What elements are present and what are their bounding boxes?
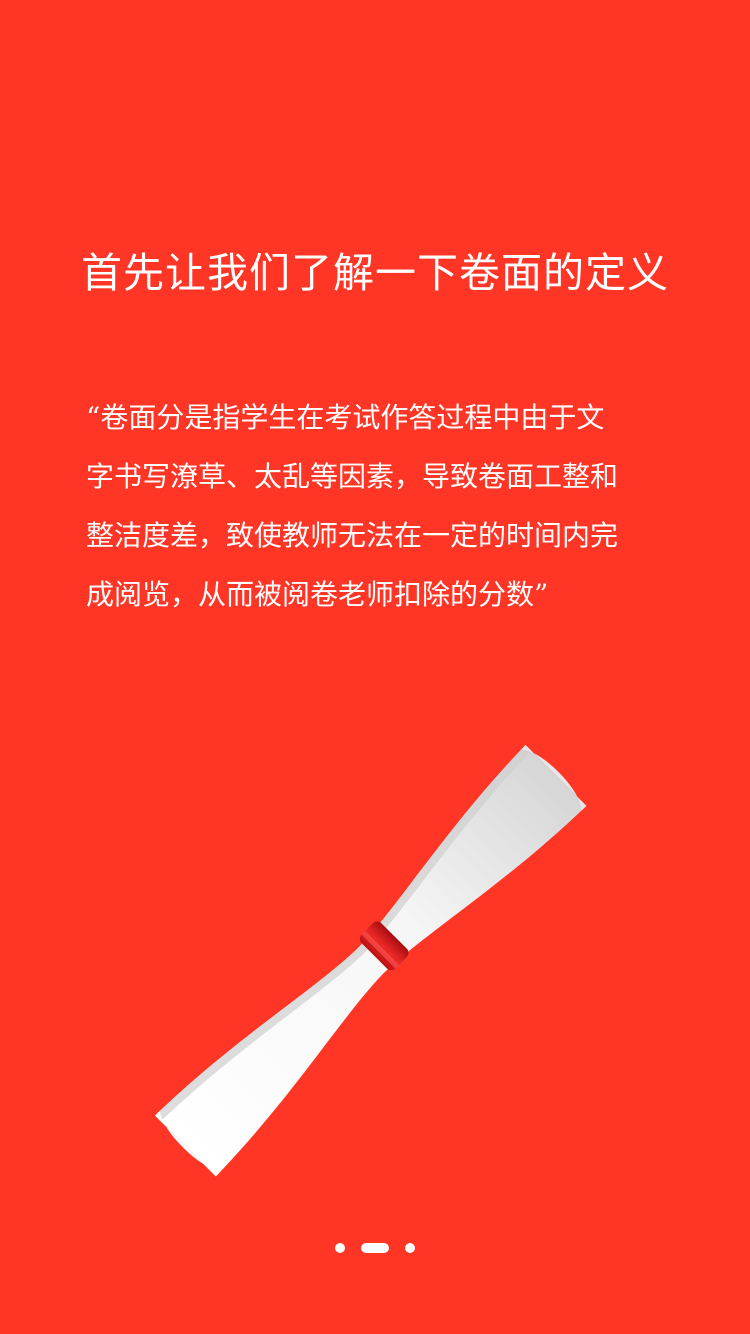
intro-slide[interactable]: 首先让我们了解一下卷面的定义 “卷面分是指学生在考试作答过程中由于文 字书写潦草… (0, 0, 750, 1334)
page-dot[interactable] (405, 1243, 415, 1253)
page-indicator (0, 1240, 750, 1256)
definition-quote: “卷面分是指学生在考试作答过程中由于文 字书写潦草、太乱等因素，导致卷面工整和 … (86, 388, 666, 624)
page-dot[interactable] (335, 1243, 345, 1253)
quote-line: 整洁度差，致使教师无法在一定的时间内完 (86, 519, 619, 552)
quote-line: 字书写潦草、太乱等因素，导致卷面工整和 (86, 460, 619, 493)
diploma-scroll-icon (140, 730, 600, 1190)
quote-line: “卷面分是指学生在考试作答过程中由于文 (86, 401, 605, 434)
scroll-paper (155, 745, 587, 1177)
quote-line: 成阅览，从而被阅卷老师扣除的分数” (86, 578, 549, 611)
page-title: 首先让我们了解一下卷面的定义 (81, 249, 669, 297)
page-dot[interactable] (361, 1243, 389, 1253)
